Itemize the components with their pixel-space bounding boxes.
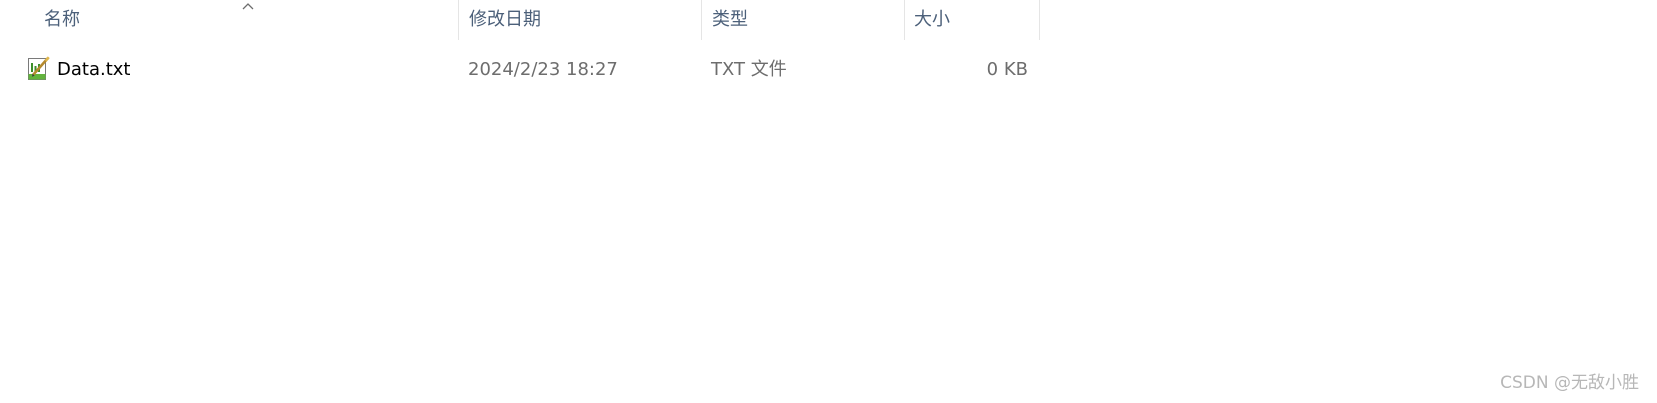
column-header-modified-label: 修改日期: [469, 9, 541, 30]
column-header-type-label: 类型: [712, 9, 748, 30]
file-size: 0 KB: [986, 59, 1028, 80]
file-type: TXT 文件: [711, 59, 787, 80]
file-modified: 2024/2/23 18:27: [468, 59, 618, 80]
watermark: CSDN @无敌小胜: [1500, 373, 1639, 393]
column-header-type[interactable]: 类型: [701, 0, 904, 40]
chevron-up-icon: [242, 3, 254, 10]
file-name-cell[interactable]: Data.txt: [27, 50, 447, 90]
column-header-name[interactable]: 名称: [0, 0, 458, 40]
column-header-name-label: 名称: [44, 9, 80, 30]
file-list: 名称 修改日期 类型 大小 Data.txt 2024/2/23 18:27 T…: [0, 0, 1040, 403]
column-header-modified[interactable]: 修改日期: [458, 0, 701, 40]
column-header-row: 名称 修改日期 类型 大小: [0, 0, 1040, 40]
file-row[interactable]: Data.txt 2024/2/23 18:27 TXT 文件 0 KB: [0, 50, 1040, 90]
file-name: Data.txt: [57, 59, 131, 80]
column-header-size[interactable]: 大小: [904, 0, 1040, 40]
column-header-size-label: 大小: [914, 9, 950, 30]
text-file-icon: [28, 56, 50, 80]
